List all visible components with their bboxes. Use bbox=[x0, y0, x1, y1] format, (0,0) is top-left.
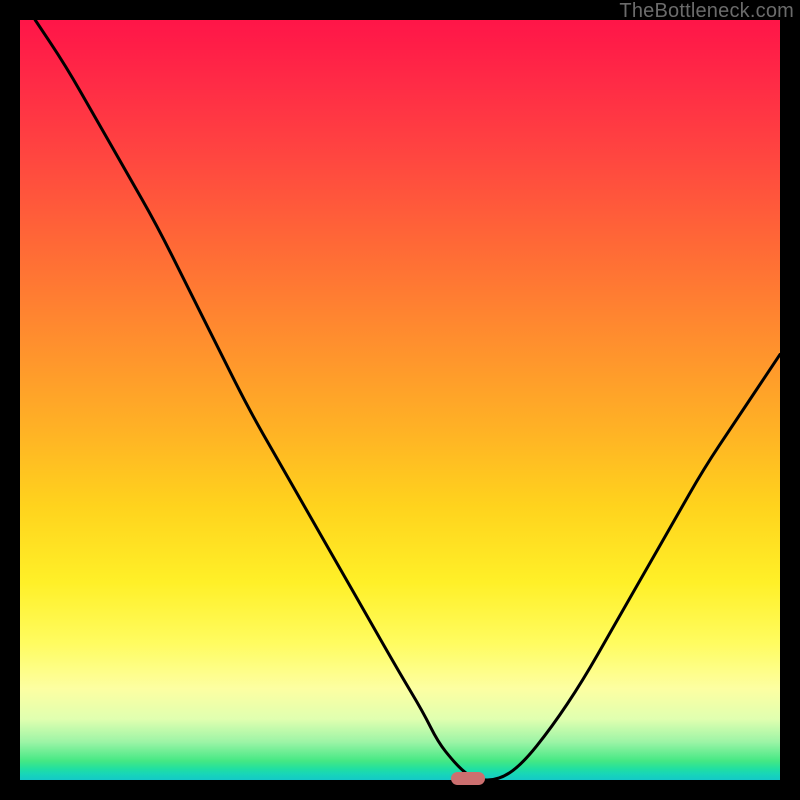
bottleneck-curve bbox=[20, 20, 780, 780]
plot-area bbox=[20, 20, 780, 780]
min-marker bbox=[451, 772, 485, 785]
watermark-text: TheBottleneck.com bbox=[619, 0, 794, 23]
chart-frame: TheBottleneck.com bbox=[0, 0, 800, 800]
